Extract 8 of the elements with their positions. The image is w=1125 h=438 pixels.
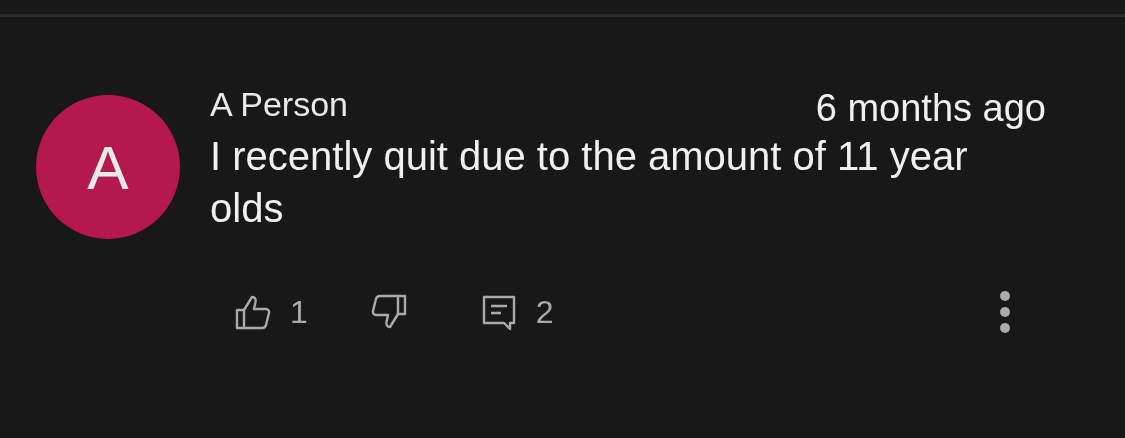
more-options-icon[interactable] xyxy=(998,290,1012,334)
comment-text: I recently quit due to the amount of 11 year olds xyxy=(210,133,969,232)
avatar[interactable]: A xyxy=(36,95,180,239)
author-name[interactable]: A Person xyxy=(210,85,348,124)
timestamp: 6 months ago xyxy=(815,87,1046,130)
dislike-button[interactable] xyxy=(369,293,408,331)
reply-button[interactable]: 2 xyxy=(479,293,554,331)
like-button[interactable]: 1 xyxy=(234,293,308,331)
